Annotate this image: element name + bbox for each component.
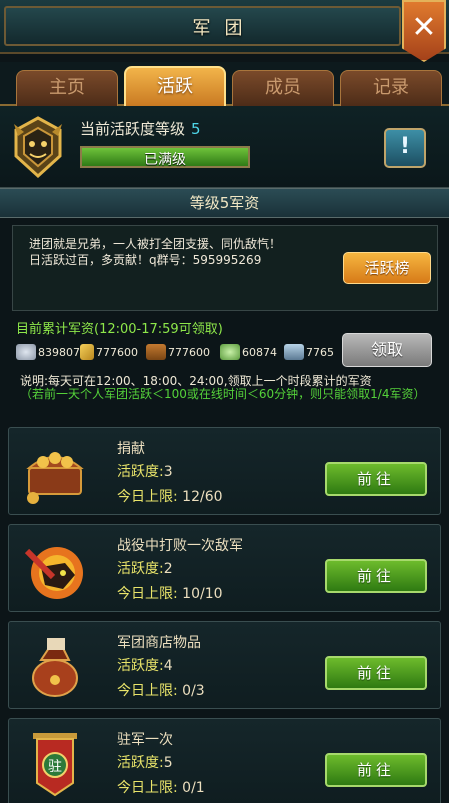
- fund-feather: 777600: [80, 344, 138, 360]
- task-limit: 今日上限: 0/3: [117, 683, 205, 699]
- tab-bar: 主页 活跃 成员 记录: [0, 62, 449, 106]
- task-limit: 今日上限: 0/1: [117, 780, 205, 796]
- task-defeat-enemy: 战役中打败一次敌军 活跃度:2 今日上限: 10/10 前往: [8, 524, 441, 612]
- task-name: 军团商店物品: [117, 635, 201, 651]
- wood-icon: [146, 344, 166, 360]
- close-icon: ✕: [411, 10, 437, 45]
- tab-home[interactable]: 主页: [16, 70, 118, 106]
- task-name: 战役中打败一次敌军: [117, 538, 243, 554]
- section-banner: 等级5军资: [0, 188, 449, 218]
- fund-coin: 839807: [16, 344, 80, 360]
- task-activity: 活跃度:5: [117, 755, 173, 771]
- jade-icon: [220, 344, 240, 360]
- banner-icon-text: 驻: [48, 759, 62, 775]
- task-garrison: 驻 驻军一次 活跃度:5 今日上限: 0/1 前往: [8, 718, 441, 803]
- close-button[interactable]: ✕: [402, 0, 446, 62]
- task-activity: 活跃度:4: [117, 658, 173, 674]
- task-activity: 活跃度:2: [117, 561, 173, 577]
- tab-activity[interactable]: 活跃: [124, 66, 226, 106]
- fund-jade: 60874: [220, 344, 277, 360]
- go-button[interactable]: 前往: [325, 559, 427, 593]
- go-button[interactable]: 前往: [325, 656, 427, 690]
- activity-rank-button[interactable]: 活跃榜: [343, 252, 431, 284]
- level-panel: 当前活跃度等级 5 已满级: [0, 106, 449, 188]
- task-limit: 今日上限: 10/10: [117, 586, 223, 602]
- funds-warning: （若前一天个人军团活跃＜100或在线时间＜60分钟，则只能领取1/4军资）: [20, 387, 426, 401]
- chest-icon: [26, 452, 84, 504]
- fund-wood: 777600: [146, 344, 210, 360]
- level-label: 当前活跃度等级 5: [80, 120, 201, 138]
- funds-title: 目前累计军资(12:00-17:59可领取): [16, 322, 223, 337]
- title-bar: 军团 ✕: [0, 0, 449, 62]
- banner-icon: 驻: [33, 733, 77, 797]
- task-activity: 活跃度:3: [117, 464, 173, 480]
- claim-button[interactable]: 领取: [342, 333, 432, 367]
- tab-records[interactable]: 记录: [340, 70, 442, 106]
- info-button[interactable]: !: [384, 128, 426, 168]
- level-progress-bar: 已满级: [80, 146, 250, 168]
- task-shop-item: 军团商店物品 活跃度:4 今日上限: 0/3 前往: [8, 621, 441, 709]
- coin-icon: [16, 344, 36, 360]
- notice-text: 进团就是兄弟，一人被打全团支援、同仇敌忾！ 日活跃过百，多贡献！q群号：5959…: [29, 237, 282, 267]
- feather-icon: [80, 344, 94, 360]
- legion-emblem-icon: [14, 116, 62, 178]
- task-donate: 捐献 活跃度:3 今日上限: 12/60 前往: [8, 427, 441, 515]
- battle-icon: [24, 547, 83, 599]
- level-progress-text: 已满级: [144, 152, 186, 168]
- bag-icon: [32, 638, 78, 697]
- iron-icon: [284, 344, 304, 360]
- legion-notice: 进团就是兄弟，一人被打全团支援、同仇敌忾！ 日活跃过百，多贡献！q群号：5959…: [12, 225, 438, 311]
- fund-iron: 7765: [284, 344, 334, 360]
- task-name: 捐献: [117, 441, 145, 457]
- tab-members[interactable]: 成员: [232, 70, 334, 106]
- level-value: 5: [191, 120, 201, 138]
- go-button[interactable]: 前往: [325, 753, 427, 787]
- task-name: 驻军一次: [117, 732, 173, 748]
- window-title: 军团: [192, 18, 257, 39]
- go-button[interactable]: 前往: [325, 462, 427, 496]
- task-limit: 今日上限: 12/60: [117, 489, 223, 505]
